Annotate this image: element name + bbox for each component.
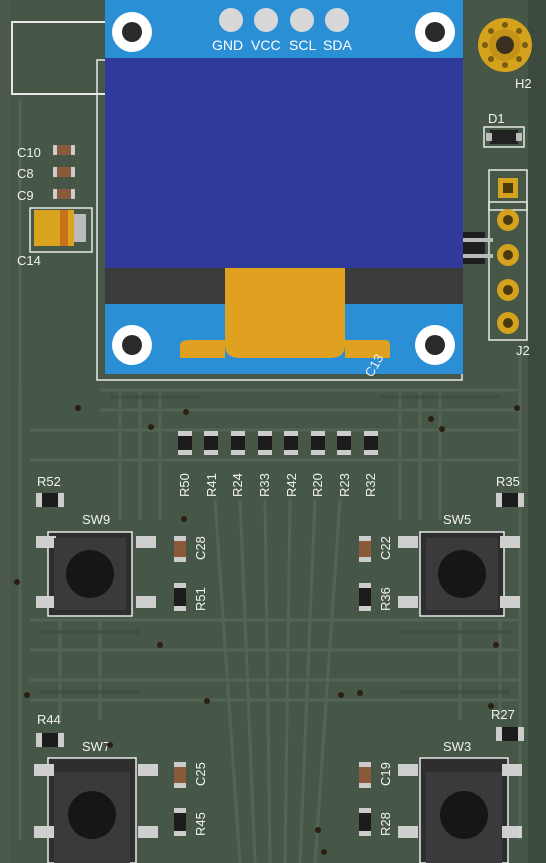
label-r24: R24 bbox=[230, 473, 245, 497]
oled-hole-tr bbox=[415, 12, 455, 52]
resistor-r36 bbox=[359, 583, 371, 611]
oled-pin-label-vcc: VCC bbox=[251, 37, 281, 53]
resistor-r23 bbox=[337, 431, 351, 455]
resistor-r45 bbox=[174, 808, 186, 836]
oled-hole-br bbox=[415, 325, 455, 365]
label-r36: R36 bbox=[378, 587, 393, 611]
diode-d1 bbox=[483, 126, 525, 148]
resistor-r28 bbox=[359, 808, 371, 836]
oled-hole-bl bbox=[112, 325, 152, 365]
resistor-r32 bbox=[364, 431, 378, 455]
label-d1: D1 bbox=[488, 111, 505, 126]
label-r27: R27 bbox=[491, 707, 515, 722]
oled-screen bbox=[105, 58, 463, 268]
label-c25: C25 bbox=[193, 762, 208, 786]
label-r35: R35 bbox=[496, 474, 520, 489]
resistor-r44 bbox=[36, 733, 64, 747]
resistor-r20 bbox=[311, 431, 325, 455]
label-j2: J2 bbox=[516, 343, 530, 358]
oled-pin-sda bbox=[325, 8, 349, 32]
label-r50: R50 bbox=[177, 473, 192, 497]
cap-c9 bbox=[53, 189, 75, 199]
resistor-r27 bbox=[496, 727, 524, 741]
pcb-board: H2 D1 J2 C10 C8 C9 C14 GND VCC SCL SDA C… bbox=[0, 0, 546, 863]
oled-flex-cable bbox=[225, 268, 345, 358]
resistor-r51 bbox=[174, 583, 186, 611]
label-r44: R44 bbox=[37, 712, 61, 727]
label-r41: R41 bbox=[204, 473, 219, 497]
cap-c28 bbox=[174, 536, 186, 562]
label-sw5: SW5 bbox=[443, 512, 471, 527]
oled-pin-gnd bbox=[219, 8, 243, 32]
label-r20: R20 bbox=[310, 473, 325, 497]
mounting-hole-h2 bbox=[478, 18, 532, 72]
cap-c22 bbox=[359, 536, 371, 562]
label-r42: R42 bbox=[284, 473, 299, 497]
label-c22: C22 bbox=[378, 536, 393, 560]
label-r28: R28 bbox=[378, 812, 393, 836]
oled-pin-scl bbox=[290, 8, 314, 32]
resistor-r42 bbox=[284, 431, 298, 455]
label-sw7: SW7 bbox=[82, 739, 110, 754]
cap-c10 bbox=[53, 145, 75, 155]
label-h2: H2 bbox=[515, 76, 532, 91]
cap-c25 bbox=[174, 762, 186, 788]
label-c28: C28 bbox=[193, 536, 208, 560]
cap-c8 bbox=[53, 167, 75, 177]
board-edge bbox=[528, 0, 546, 863]
label-r33: R33 bbox=[257, 473, 272, 497]
oled-hole-tl bbox=[112, 12, 152, 52]
resistor-r41 bbox=[204, 431, 218, 455]
resistor-r24 bbox=[231, 431, 245, 455]
label-r51: R51 bbox=[193, 587, 208, 611]
oled-pin-label-sda: SDA bbox=[323, 37, 352, 53]
label-c14: C14 bbox=[17, 253, 41, 268]
label-sw3: SW3 bbox=[443, 739, 471, 754]
label-c19: C19 bbox=[378, 762, 393, 786]
oled-pin-label-scl: SCL bbox=[289, 37, 316, 53]
label-r45: R45 bbox=[193, 812, 208, 836]
resistor-r52 bbox=[36, 493, 64, 507]
label-r32: R32 bbox=[363, 473, 378, 497]
label-sw9: SW9 bbox=[82, 512, 110, 527]
label-c8: C8 bbox=[17, 166, 34, 181]
oled-pin-label-gnd: GND bbox=[212, 37, 243, 53]
label-r23: R23 bbox=[337, 473, 352, 497]
label-c9: C9 bbox=[17, 188, 34, 203]
oled-pin-vcc bbox=[254, 8, 278, 32]
cap-c19 bbox=[359, 762, 371, 788]
resistor-r33 bbox=[258, 431, 272, 455]
resistor-r50 bbox=[178, 431, 192, 455]
resistor-r35 bbox=[496, 493, 524, 507]
oled-module: GND VCC SCL SDA bbox=[105, 0, 463, 374]
label-c10: C10 bbox=[17, 145, 41, 160]
label-r52: R52 bbox=[37, 474, 61, 489]
